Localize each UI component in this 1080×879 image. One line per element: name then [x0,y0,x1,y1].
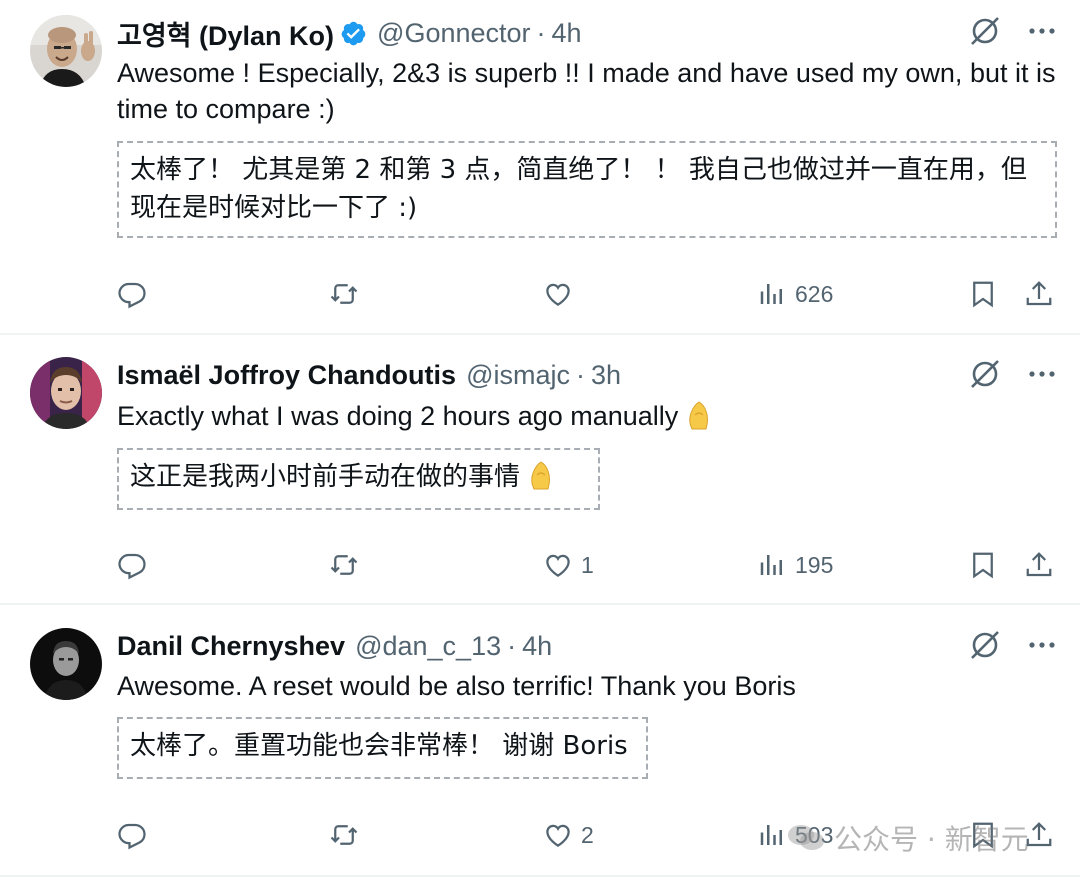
timestamp[interactable]: 4h [552,18,582,49]
translation-box: 太棒了！ 尤其是第 2 和第 3 点，简直绝了！ ！ 我自己也做过并一直在用，但… [117,141,1057,238]
reply-button[interactable] [117,545,147,585]
display-name[interactable]: 고영혁 (Dylan Ko) [117,14,334,53]
bookmark-button[interactable] [968,545,998,585]
views-icon [760,825,782,845]
translation-text: 太棒了！ 尤其是第 2 和第 3 点，简直绝了！ ！ 我自己也做过并一直在用，但… [130,155,1027,223]
heart-icon [546,283,570,306]
tweet-header: 고영혁 (Dylan Ko) @Gonnector · 4h [117,13,582,53]
views-button[interactable]: 626 [757,274,833,314]
like-button[interactable]: 2 [543,815,594,855]
retweet-button[interactable] [329,545,359,585]
like-count: 1 [581,551,594,578]
bookmark-button[interactable] [968,274,998,314]
retweet-button[interactable] [329,274,359,314]
view-count: 626 [795,280,834,307]
like-button[interactable] [543,274,581,314]
grok-icon[interactable] [968,14,1002,48]
views-button[interactable]: 195 [757,545,833,585]
translation-box: 太棒了。重置功能也会非常棒！ 谢谢 Boris [117,717,648,779]
pinched-fingers-emoji-icon [689,401,709,430]
share-icon [1026,281,1052,306]
wechat-logo-icon [788,825,824,850]
header-icons [968,14,1056,48]
view-count: 195 [795,551,834,578]
retweet-icon [330,825,358,845]
more-icon[interactable] [1028,360,1056,388]
tweet-text: Awesome ! Especially, 2&3 is superb !! I… [117,58,1056,124]
translation-text: 太棒了。重置功能也会非常棒！ 谢谢 Boris [130,731,628,761]
bookmark-icon [973,552,993,579]
reply-button[interactable] [117,274,147,314]
timestamp[interactable]: 4h [522,631,552,662]
watermark: 公众号 · 新智元 [786,818,1029,858]
grok-icon[interactable] [968,357,1002,391]
tweet-text: Exactly what I was doing 2 hours ago man… [117,398,1057,434]
tweet-2[interactable]: Ismaël Joffroy Chandoutis @ismajc · 3h E… [0,335,1080,603]
separator-dot: · [507,630,517,661]
user-handle[interactable]: @dan_c_13 [355,631,501,662]
display-name[interactable]: Ismaël Joffroy Chandoutis [117,360,456,391]
heart-icon [546,554,570,577]
like-count: 2 [581,821,594,848]
header-icons [968,628,1056,662]
tweet-text: Awesome. A reset would be also terrific!… [117,671,796,701]
user-handle[interactable]: @ismajc [466,360,570,391]
avatar[interactable] [30,15,102,87]
tweet-header: Danil Chernyshev @dan_c_13 · 4h [117,626,552,666]
grok-icon[interactable] [968,628,1002,662]
pinched-fingers-emoji-icon [531,461,551,490]
like-button[interactable]: 1 [543,545,594,585]
verified-badge-icon [340,20,367,47]
share-icon [1026,552,1052,577]
retweet-icon [330,284,358,304]
tweet-1[interactable]: 고영혁 (Dylan Ko) @Gonnector · 4h Awesome !… [0,0,1080,333]
tweet-text-content: Exactly what I was doing 2 hours ago man… [117,401,679,431]
share-button[interactable] [1024,274,1054,314]
tweet-header: Ismaël Joffroy Chandoutis @ismajc · 3h [117,355,621,395]
separator-dot: · [575,359,585,390]
display-name[interactable]: Danil Chernyshev [117,631,345,662]
retweet-icon [330,555,358,575]
translation-box: 这正是我两小时前手动在做的事情 [117,448,600,510]
views-icon [760,555,782,575]
user-handle[interactable]: @Gonnector [377,18,530,49]
separator-dot: · [536,17,546,48]
views-icon [760,284,782,304]
timestamp[interactable]: 3h [591,360,621,391]
watermark-text: 公众号 · 新智元 [834,823,1029,856]
reply-icon [118,282,146,309]
retweet-button[interactable] [329,815,359,855]
bookmark-icon [973,281,993,308]
reply-button[interactable] [117,815,147,855]
heart-icon [546,824,570,847]
avatar[interactable] [30,357,102,429]
more-icon[interactable] [1028,631,1056,659]
translation-text: 这正是我两小时前手动在做的事情 [130,462,521,492]
divider [0,875,1080,877]
action-bar: 626 [0,274,1080,314]
reply-icon [118,823,146,850]
reply-icon [118,553,146,580]
header-icons [968,357,1056,391]
more-icon[interactable] [1028,17,1056,45]
avatar[interactable] [30,628,102,700]
share-button[interactable] [1024,545,1054,585]
action-bar: 1 195 [0,545,1080,585]
